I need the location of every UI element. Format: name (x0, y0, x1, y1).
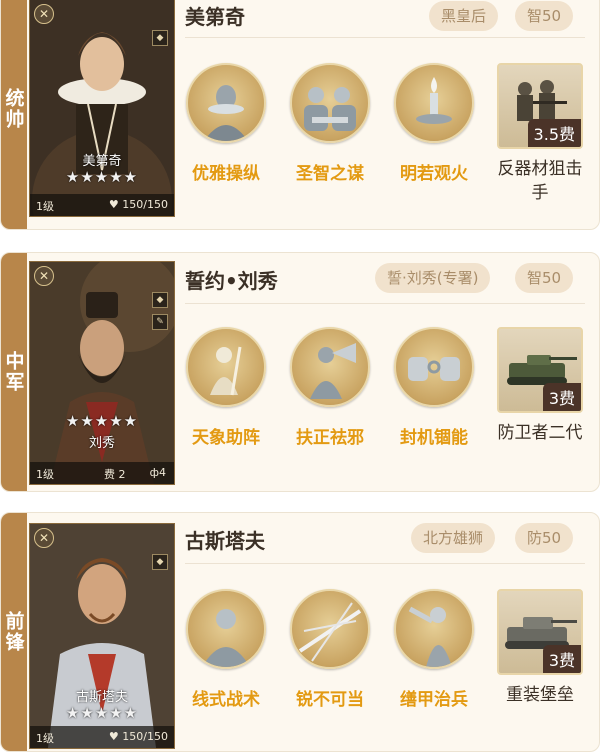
skill-slot[interactable]: 优雅操纵 (181, 63, 271, 184)
hero-title: 古斯塔夫 (185, 529, 265, 553)
skill-slot[interactable]: 缮甲治兵 (389, 589, 479, 710)
role-label: 前锋 (1, 513, 27, 751)
hp-display: ♥ 150/150 (109, 730, 168, 743)
skill-label: 缮甲治兵 (400, 690, 468, 710)
hero-portrait[interactable]: ✕ ◆ ✎ ★★★★★ 刘秀 1级 费 2 ф4 (29, 261, 175, 485)
hp-text: 150/150 (122, 730, 168, 743)
level-text: 1级 (36, 200, 54, 213)
close-icon[interactable]: ✕ (34, 528, 54, 548)
heart-icon: ♥ (108, 198, 119, 211)
pointing-statue-icon (394, 589, 474, 669)
skill-slot[interactable]: 锐不可当 (285, 589, 375, 710)
star-rating: ★★★★★ (65, 412, 139, 430)
divider (185, 303, 585, 304)
skill-label: 锐不可当 (296, 690, 364, 710)
unit-slot[interactable]: 3.5费 反器材狙击手 (497, 63, 583, 205)
role-label: 中军 (1, 253, 27, 491)
cost-text: 费 2 (104, 468, 126, 481)
hero-card[interactable]: 中军 ✕ ◆ ✎ ★★★★★ 刘秀 1级 费 2 ф4 誓约•刘秀 誓·刘秀(专… (0, 252, 600, 492)
skill-slot[interactable]: 封机锢能 (389, 327, 479, 448)
unit-cost: 3.5费 (527, 119, 581, 147)
tag-stat: 防50 (515, 523, 574, 553)
unit-label: 反器材狙击手 (497, 159, 583, 203)
unit-cost: 3费 (542, 383, 581, 411)
portrait-footer: 1级 ♥ 150/150 (30, 726, 174, 748)
skill-label: 天象助阵 (192, 428, 260, 448)
level-text: 1级 (36, 468, 54, 481)
close-icon[interactable]: ✕ (34, 266, 54, 286)
portrait-name: 刘秀 (88, 436, 115, 451)
sig-text: ф4 (149, 466, 166, 479)
hp-text: 150/150 (122, 198, 168, 211)
tag-faction: 北方雄狮 (411, 523, 496, 553)
star-rating: ★★★★★ (65, 168, 139, 186)
skill-slot[interactable]: 线式战术 (181, 589, 271, 710)
commander-bust-icon (186, 589, 266, 669)
divider (185, 563, 585, 564)
unit-cost: 3费 (542, 645, 581, 673)
heart-icon: ♥ (108, 730, 119, 743)
sage-with-staff-icon (186, 327, 266, 407)
tank-icon: 3费 (497, 327, 583, 413)
candle-icon (394, 63, 474, 143)
lady-bust-icon (186, 63, 266, 143)
star-rating: ★★★★★ (65, 704, 139, 722)
unit-label: 防卫者二代 (497, 423, 583, 443)
tag-faction: 黑皇后 (429, 1, 499, 31)
council-figures-icon (290, 63, 370, 143)
skill-label: 扶正祛邪 (296, 428, 364, 448)
portrait-footer: 1级 费 2 ф4 (30, 462, 174, 484)
unit-slot[interactable]: 3费 重装堡垒 (497, 589, 583, 707)
skill-slot[interactable]: 明若观火 (389, 63, 479, 184)
shield-icon: ◆ (152, 554, 168, 570)
hero-title: 誓约•刘秀 (185, 269, 278, 293)
shield-icon: ◆ (152, 30, 168, 46)
tag-faction: 誓·刘秀(专署) (375, 263, 491, 293)
heavy-tank-icon: 3费 (497, 589, 583, 675)
portrait-name: 美第奇 (82, 154, 122, 169)
role-label: 统帅 (1, 0, 27, 229)
hero-title: 美第奇 (185, 5, 245, 29)
chained-fists-icon (394, 327, 474, 407)
skill-label: 明若观火 (400, 164, 468, 184)
tag-stat: 智50 (515, 263, 574, 293)
skill-slot[interactable]: 扶正祛邪 (285, 327, 375, 448)
tag-stat: 智50 (515, 1, 574, 31)
hero-card[interactable]: 统帅 ✕ ◆ 美第奇 ★★★★★ 1级 ♥ 150/150 美第奇 黑皇后 智5… (0, 0, 600, 230)
skill-slot[interactable]: 圣智之谋 (285, 63, 375, 184)
horn-blower-icon (290, 327, 370, 407)
close-icon[interactable]: ✕ (34, 4, 54, 24)
skill-label: 线式战术 (192, 690, 260, 710)
hero-card[interactable]: 前锋 ✕ ◆ 古斯塔夫 ★★★★★ 1级 ♥ 150/150 古斯塔夫 北方雄狮… (0, 512, 600, 752)
skill-label: 封机锢能 (400, 428, 468, 448)
portrait-name: 古斯塔夫 (75, 690, 128, 705)
edit-icon[interactable]: ✎ (152, 314, 168, 330)
sniper-soldiers-icon: 3.5费 (497, 63, 583, 149)
hero-portrait[interactable]: ✕ ◆ 古斯塔夫 ★★★★★ 1级 ♥ 150/150 (29, 523, 175, 749)
unit-label: 重装堡垒 (506, 685, 574, 705)
level-text: 1级 (36, 732, 54, 745)
skill-slot[interactable]: 天象助阵 (181, 327, 271, 448)
skill-label: 圣智之谋 (296, 164, 364, 184)
spear-burst-icon (290, 589, 370, 669)
hero-portrait[interactable]: ✕ ◆ 美第奇 ★★★★★ 1级 ♥ 150/150 (29, 0, 175, 217)
hp-display: ♥ 150/150 (109, 198, 168, 211)
unit-slot[interactable]: 3费 防卫者二代 (497, 327, 583, 445)
shield-icon: ◆ (152, 292, 168, 308)
portrait-footer: 1级 ♥ 150/150 (30, 194, 174, 216)
skill-label: 优雅操纵 (192, 164, 260, 184)
divider (185, 37, 585, 38)
